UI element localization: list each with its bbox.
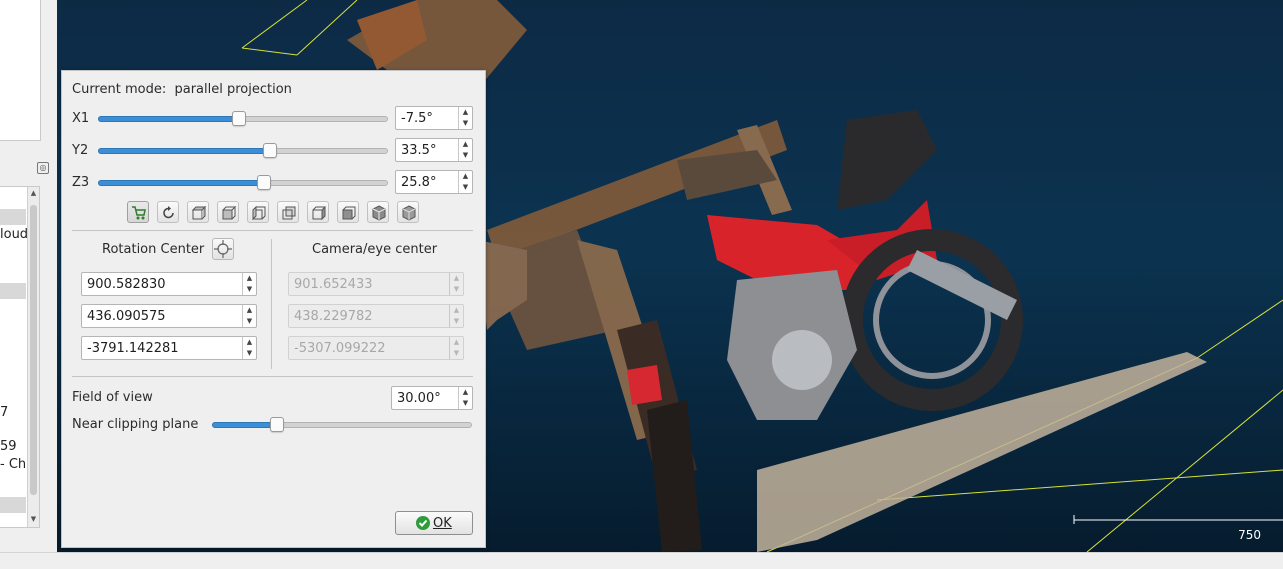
left-view-icon [252,205,266,221]
ok-button[interactable]: OK [395,511,473,535]
z3-label: Z3 [72,175,90,190]
camera-center-x-input: 901.652433 ▲ ▼ [288,272,464,296]
rotation-center-z-input[interactable]: -3791.142281 ▲ ▼ [81,336,257,360]
near-clipping-slider[interactable] [212,417,472,432]
bottom-view-button[interactable] [337,201,359,223]
back-view-button[interactable] [277,201,299,223]
iso-front-button[interactable] [367,201,389,223]
spin-down-icon[interactable]: ▼ [459,398,472,409]
scale-bar-value: 750 [1238,528,1261,542]
pivot-visibility-button[interactable] [127,201,149,223]
property-text: - Ch [0,457,27,472]
separator [72,376,473,377]
y2-label: Y2 [72,143,89,158]
float-panel-icon[interactable]: ◎ [37,162,49,174]
y2-angle-spinbox[interactable]: 33.5° ▲ ▼ [395,138,473,162]
left-view-button[interactable] [247,201,269,223]
field-of-view-spinbox[interactable]: 30.00° ▲ ▼ [391,386,473,410]
x1-angle-spinbox[interactable]: -7.5° ▲ ▼ [395,106,473,130]
iso-back-button[interactable] [397,201,419,223]
separator [72,230,473,231]
near-clipping-slider-handle[interactable] [270,417,284,432]
spin-down-icon[interactable]: ▼ [459,150,472,161]
properties-panel[interactable]: loud 7 59 - Ch ▲ ▼ [0,186,40,528]
iso-back-icon [402,205,416,221]
pick-point-icon [214,240,232,258]
spin-up-icon[interactable]: ▲ [243,273,256,284]
rotation-center-title: Rotation Center [102,242,205,257]
separator [271,239,272,369]
scroll-up-icon[interactable]: ▲ [28,187,39,199]
z3-angle-spinbox[interactable]: 25.8° ▲ ▼ [395,170,473,194]
x1-label: X1 [72,111,90,126]
camera-parameters-dialog: Current mode: parallel projection X1 -7.… [61,70,486,548]
x1-slider-handle[interactable] [232,111,246,126]
check-icon [416,516,430,530]
property-header-row [0,283,26,299]
reset-view-icon [163,206,174,219]
spin-up-icon[interactable]: ▲ [459,139,472,150]
db-tree-panel[interactable] [0,0,41,141]
reset-view-button[interactable] [157,201,179,223]
spin-up-icon[interactable]: ▲ [243,337,256,348]
back-view-icon [282,206,296,220]
top-view-icon [191,205,207,220]
property-text: loud [0,227,27,242]
spin-up-icon[interactable]: ▲ [459,387,472,398]
spin-down-icon[interactable]: ▼ [243,284,256,295]
camera-center-z-input: -5307.099222 ▲ ▼ [288,336,464,360]
pick-rotation-center-button[interactable] [212,238,234,260]
field-of-view-label: Field of view [72,390,153,405]
scroll-thumb[interactable] [30,205,37,495]
spin-down-icon[interactable]: ▼ [243,316,256,327]
spin-down-icon[interactable]: ▼ [459,118,472,129]
front-view-button[interactable] [217,201,239,223]
camera-center-title: Camera/eye center [312,242,438,257]
y2-slider-handle[interactable] [263,143,277,158]
current-mode-label: Current mode: parallel projection [72,82,292,97]
top-view-button[interactable] [187,201,209,223]
camera-center-y-input: 438.229782 ▲ ▼ [288,304,464,328]
near-clipping-label: Near clipping plane [72,417,199,432]
x1-slider[interactable] [98,111,388,126]
right-view-button[interactable] [307,201,329,223]
right-view-icon [312,205,326,221]
z3-slider-handle[interactable] [257,175,271,190]
front-view-icon [222,205,237,220]
ok-button-label: OK [433,516,452,531]
spin-up-icon[interactable]: ▲ [243,305,256,316]
left-panels: ◎ loud 7 59 - Ch ▲ ▼ [0,0,57,568]
property-header-row [0,209,26,225]
scroll-down-icon[interactable]: ▼ [28,513,39,525]
rotation-center-x-input[interactable]: 900.582830 ▲ ▼ [81,272,257,296]
spin-up-icon[interactable]: ▲ [459,107,472,118]
current-mode-value: parallel projection [174,82,292,97]
property-header-row [0,497,26,513]
rotation-center-y-input[interactable]: 436.090575 ▲ ▼ [81,304,257,328]
status-bar [0,552,1283,569]
iso-front-icon [372,205,386,221]
pivot-visibility-icon [132,206,146,220]
property-text: 59 [0,439,17,454]
y2-slider[interactable] [98,143,388,158]
bottom-view-icon [342,206,356,220]
spin-down-icon[interactable]: ▼ [243,348,256,359]
property-text: 7 [0,405,9,420]
spin-up-icon[interactable]: ▲ [459,171,472,182]
scale-bar [1073,515,1283,524]
properties-scrollbar[interactable]: ▲ ▼ [27,187,39,527]
spin-down-icon[interactable]: ▼ [459,182,472,193]
z3-slider[interactable] [98,175,388,190]
